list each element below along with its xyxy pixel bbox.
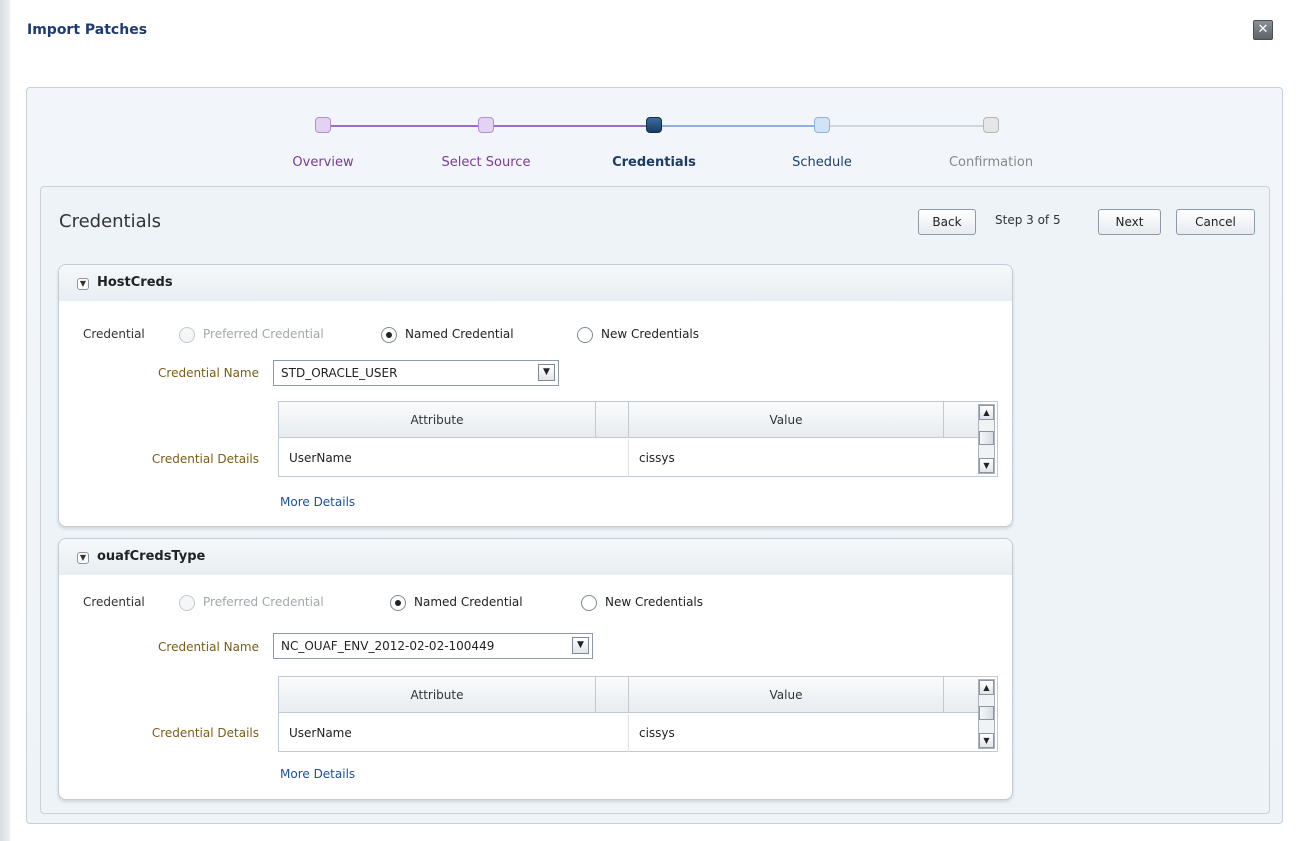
close-icon[interactable]: ✕ [1253,20,1273,40]
table-header-spacer [595,677,628,713]
table-header-value[interactable]: Value [628,677,943,713]
named-credential-radio[interactable] [390,595,406,611]
train-stop-confirmation [983,117,999,133]
window-edge [0,0,10,841]
credential-name-select[interactable]: STD_ORACLE_USER ▼ [273,360,559,386]
chevron-down-icon[interactable]: ▼ [77,278,89,290]
credential-name-select[interactable]: NC_OUAF_ENV_2012-02-02-100449 ▼ [273,633,593,659]
more-details-link[interactable]: More Details [280,495,355,509]
train-label-overview[interactable]: Overview [292,155,353,170]
step-indicator: Step 3 of 5 [995,213,1061,227]
new-credentials-radio[interactable] [581,595,597,611]
table-cell-attribute: UserName [289,726,352,740]
credential-details-table: Attribute Value UserName cissys ▲ ▼ [278,401,998,477]
train-label-confirmation: Confirmation [948,155,1034,170]
credential-label: Credential [83,327,145,341]
credential-label: Credential [83,595,145,609]
table-cell-value: cissys [628,439,978,477]
train-label-schedule[interactable]: Schedule [792,155,852,170]
named-credential-label[interactable]: Named Credential [405,327,514,341]
credential-name-label: Credential Name [158,366,259,380]
page-title: Credentials [59,211,162,232]
train-connector [323,125,486,127]
train-label-credentials: Credentials [612,155,696,170]
train-connector [486,125,654,127]
back-button[interactable]: Back [918,209,976,235]
region-hostcreds: ▼ HostCreds Credential Preferred Credent… [58,264,1013,527]
table-header-spacer [595,402,628,438]
train-stop-credentials [646,117,662,133]
triangle-up-icon[interactable]: ▲ [979,680,994,695]
named-credential-label[interactable]: Named Credential [414,595,523,609]
cancel-button[interactable]: Cancel [1176,209,1255,235]
table-scrollbar[interactable]: ▲ ▼ [978,404,995,474]
chevron-down-icon[interactable]: ▼ [572,637,589,654]
triangle-down-icon[interactable]: ▼ [979,733,994,748]
table-header-spacer [943,677,978,713]
credential-details-table: Attribute Value UserName cissys ▲ ▼ [278,676,998,752]
new-credentials-label[interactable]: New Credentials [605,595,703,609]
table-cell-attribute: UserName [289,451,352,465]
next-button[interactable]: Next [1098,209,1161,235]
train-stop-overview[interactable] [315,117,331,133]
scroll-thumb[interactable] [979,706,994,720]
triangle-up-icon[interactable]: ▲ [979,405,994,420]
region-header: ▼ HostCreds [59,265,1012,301]
preferred-credential-radio [179,595,195,611]
credential-details-label: Credential Details [151,726,259,740]
table-cell-value: cissys [628,714,978,752]
new-credentials-label[interactable]: New Credentials [601,327,699,341]
preferred-credential-radio [179,327,195,343]
credential-name-value: NC_OUAF_ENV_2012-02-02-100449 [281,639,495,653]
table-header-value[interactable]: Value [628,402,943,438]
credential-details-label: Credential Details [151,452,259,466]
table-header-spacer [943,402,978,438]
named-credential-radio[interactable] [381,327,397,343]
scroll-thumb[interactable] [979,431,994,445]
credential-name-label: Credential Name [158,640,259,654]
table-header-attribute[interactable]: Attribute [279,677,595,713]
train-stop-schedule[interactable] [814,117,830,133]
train-stop-select-source[interactable] [478,117,494,133]
region-title: ouafCredsType [97,549,206,564]
preferred-credential-label: Preferred Credential [203,595,324,609]
preferred-credential-label: Preferred Credential [203,327,324,341]
train-connector [822,125,991,127]
table-scrollbar[interactable]: ▲ ▼ [978,679,995,749]
more-details-link[interactable]: More Details [280,767,355,781]
credential-name-value: STD_ORACLE_USER [281,366,398,380]
region-header: ▼ ouafCredsType [59,539,1012,575]
new-credentials-radio[interactable] [577,327,593,343]
dialog-title: Import Patches [27,22,148,38]
chevron-down-icon[interactable]: ▼ [77,552,89,564]
train-connector [654,125,822,127]
triangle-down-icon[interactable]: ▼ [979,458,994,473]
region-title: HostCreds [97,275,173,290]
train-label-select-source[interactable]: Select Source [442,155,531,170]
region-ouafcredstype: ▼ ouafCredsType Credential Preferred Cre… [58,538,1013,800]
table-header-attribute[interactable]: Attribute [279,402,595,438]
chevron-down-icon[interactable]: ▼ [538,364,555,381]
